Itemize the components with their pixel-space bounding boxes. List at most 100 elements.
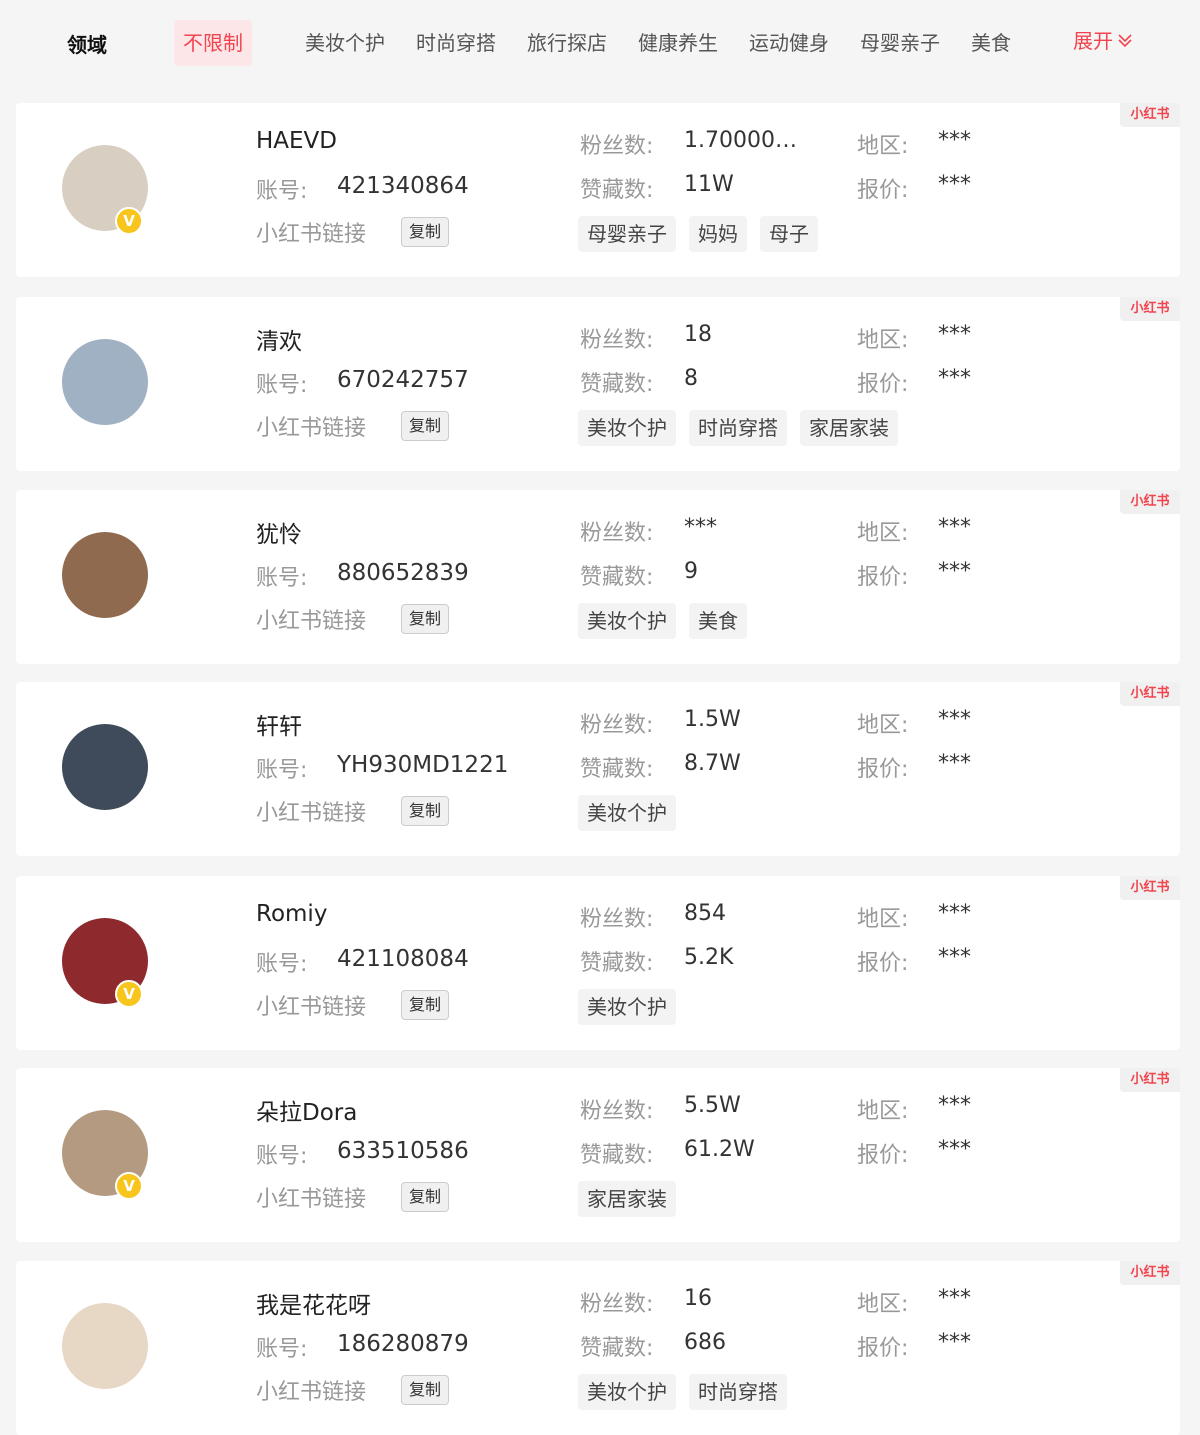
likes-label: 赞藏数: <box>580 1143 654 1168</box>
region-label: 地区: <box>857 134 909 159</box>
copy-button[interactable]: 复制 <box>401 1182 449 1212</box>
price-value: *** <box>938 172 971 197</box>
category-tag: 妈妈 <box>689 216 747 252</box>
likes-label: 赞藏数: <box>580 757 654 782</box>
xiaohongshu-link[interactable]: 小红书链接 <box>256 603 366 635</box>
verified-badge-icon: V <box>115 980 143 1008</box>
likes-label: 赞藏数: <box>580 178 654 203</box>
account-value: 186280879 <box>337 1331 469 1357</box>
copy-button[interactable]: 复制 <box>401 990 449 1020</box>
fans-label: 粉丝数: <box>580 713 654 738</box>
avatar-image <box>62 339 148 425</box>
influencer-name: 我是花花呀 <box>256 1293 371 1319</box>
influencer-card[interactable]: 清欢 账号: 670242757 小红书链接 复制 粉丝数: 18 赞藏数: 8… <box>16 297 1180 471</box>
category-tag: 母婴亲子 <box>578 216 676 252</box>
category-tag: 家居家装 <box>800 410 898 446</box>
xiaohongshu-link[interactable]: 小红书链接 <box>256 410 366 442</box>
likes-value: 686 <box>684 1330 726 1355</box>
account-label: 账号: <box>256 373 308 398</box>
tag-list: 美妆个护 时尚穿搭 <box>578 1374 787 1410</box>
copy-button[interactable]: 复制 <box>401 604 449 634</box>
xiaohongshu-link[interactable]: 小红书链接 <box>256 795 366 827</box>
price-value: *** <box>938 1137 971 1162</box>
platform-badge: 小红书 <box>1120 1261 1180 1285</box>
price-value: *** <box>938 1330 971 1355</box>
platform-badge: 小红书 <box>1120 490 1180 514</box>
xiaohongshu-link[interactable]: 小红书链接 <box>256 1374 366 1406</box>
influencer-card[interactable]: 轩轩 账号: YH930MD1221 小红书链接 复制 粉丝数: 1.5W 赞藏… <box>16 682 1180 856</box>
tag-list: 家居家装 <box>578 1181 676 1217</box>
filter-option[interactable]: 母婴亲子 <box>860 27 940 56</box>
copy-button[interactable]: 复制 <box>401 411 449 441</box>
category-tag: 母子 <box>760 216 818 252</box>
influencer-card[interactable]: 犹怜 账号: 880652839 小红书链接 复制 粉丝数: *** 赞藏数: … <box>16 490 1180 664</box>
likes-label: 赞藏数: <box>580 565 654 590</box>
copy-button[interactable]: 复制 <box>401 217 449 247</box>
region-label: 地区: <box>857 1099 909 1124</box>
fans-value: 854 <box>684 901 726 926</box>
region-label: 地区: <box>857 907 909 932</box>
likes-value: 8 <box>684 366 698 391</box>
influencer-name: 犹怜 <box>256 522 302 548</box>
price-label: 报价: <box>857 565 909 590</box>
category-tag: 美妆个护 <box>578 795 676 831</box>
price-label: 报价: <box>857 951 909 976</box>
filter-option[interactable]: 时尚穿搭 <box>416 27 496 56</box>
likes-value: 5.2K <box>684 945 734 970</box>
avatar[interactable] <box>62 1303 148 1389</box>
xiaohongshu-link[interactable]: 小红书链接 <box>256 1181 366 1213</box>
expand-button[interactable]: 展开 <box>1073 25 1134 54</box>
filter-option[interactable]: 健康养生 <box>638 27 718 56</box>
chevron-down-icon <box>1118 33 1132 47</box>
influencer-card[interactable]: V HAEVD 账号: 421340864 小红书链接 复制 粉丝数: 1.70… <box>16 103 1180 277</box>
filter-option[interactable]: 美食 <box>971 27 1011 56</box>
platform-badge: 小红书 <box>1120 297 1180 321</box>
account-value: YH930MD1221 <box>337 752 509 778</box>
tag-list: 母婴亲子 妈妈 母子 <box>578 216 818 252</box>
filter-option[interactable]: 运动健身 <box>749 27 829 56</box>
xiaohongshu-link[interactable]: 小红书链接 <box>256 216 366 248</box>
avatar[interactable] <box>62 724 148 810</box>
likes-value: 11W <box>684 172 734 197</box>
copy-button[interactable]: 复制 <box>401 796 449 826</box>
region-label: 地区: <box>857 328 909 353</box>
region-label: 地区: <box>857 713 909 738</box>
influencer-card[interactable]: V Romiy 账号: 421108084 小红书链接 复制 粉丝数: 854 … <box>16 876 1180 1050</box>
copy-button[interactable]: 复制 <box>401 1375 449 1405</box>
tag-list: 美妆个护 时尚穿搭 家居家装 <box>578 410 898 446</box>
avatar-image <box>62 724 148 810</box>
fans-value: 16 <box>684 1286 712 1311</box>
price-label: 报价: <box>857 372 909 397</box>
region-value: *** <box>938 128 971 153</box>
account-label: 账号: <box>256 566 308 591</box>
platform-badge: 小红书 <box>1120 103 1180 127</box>
fans-label: 粉丝数: <box>580 1099 654 1124</box>
avatar-image <box>62 1303 148 1389</box>
account-label: 账号: <box>256 179 308 204</box>
likes-value: 9 <box>684 559 698 584</box>
avatar[interactable] <box>62 339 148 425</box>
filter-option-unlimited[interactable]: 不限制 <box>174 20 252 66</box>
influencer-name: HAEVD <box>256 128 338 154</box>
category-tag: 美妆个护 <box>578 1374 676 1410</box>
influencer-name: 朵拉Dora <box>256 1100 358 1126</box>
category-tag: 家居家装 <box>578 1181 676 1217</box>
region-value: *** <box>938 1093 971 1118</box>
price-value: *** <box>938 366 971 391</box>
fans-value: 18 <box>684 322 712 347</box>
avatar[interactable] <box>62 532 148 618</box>
influencer-name: 轩轩 <box>256 714 302 740</box>
region-label: 地区: <box>857 1292 909 1317</box>
fans-label: 粉丝数: <box>580 328 654 353</box>
influencer-card[interactable]: V 朵拉Dora 账号: 633510586 小红书链接 复制 粉丝数: 5.5… <box>16 1068 1180 1242</box>
influencer-card[interactable]: 我是花花呀 账号: 186280879 小红书链接 复制 粉丝数: 16 赞藏数… <box>16 1261 1180 1435</box>
fans-label: 粉丝数: <box>580 907 654 932</box>
xiaohongshu-link[interactable]: 小红书链接 <box>256 989 366 1021</box>
region-value: *** <box>938 901 971 926</box>
fans-value: *** <box>684 515 717 540</box>
region-label: 地区: <box>857 521 909 546</box>
account-value: 670242757 <box>337 367 469 393</box>
filter-option[interactable]: 美妆个护 <box>305 27 385 56</box>
avatar-image <box>62 532 148 618</box>
filter-option[interactable]: 旅行探店 <box>527 27 607 56</box>
